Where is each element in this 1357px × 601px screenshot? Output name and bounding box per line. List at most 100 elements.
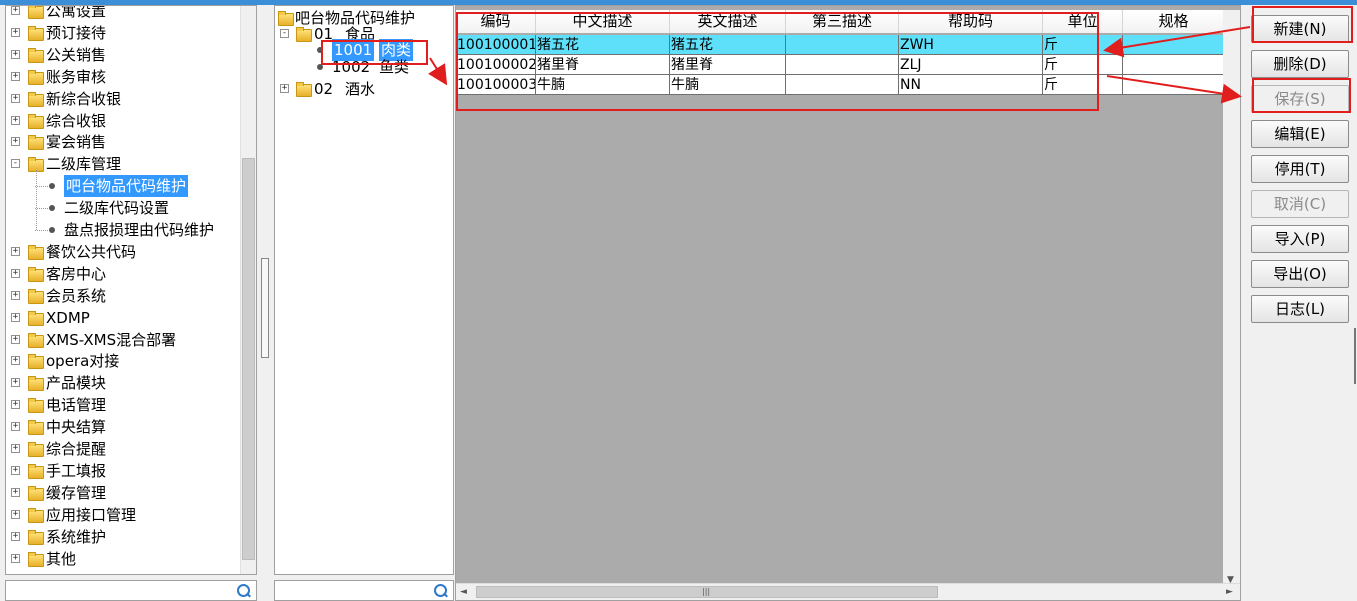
- panel-splitter[interactable]: [257, 5, 273, 601]
- folder-icon: [28, 529, 44, 545]
- expand-icon[interactable]: +: [11, 268, 20, 278]
- expand-icon[interactable]: +: [11, 400, 20, 410]
- delete-button[interactable]: 删除(D): [1251, 50, 1349, 78]
- log-button[interactable]: 日志(L): [1251, 295, 1349, 323]
- collapse-icon[interactable]: -: [280, 29, 289, 38]
- nav-tree-item-label: 二级库代码设置: [64, 199, 170, 218]
- category-search-box[interactable]: [274, 580, 454, 601]
- expand-icon[interactable]: +: [280, 84, 289, 93]
- import-button[interactable]: 导入(P): [1251, 225, 1349, 253]
- expand-icon[interactable]: +: [11, 334, 20, 344]
- expand-icon[interactable]: +: [11, 487, 20, 497]
- annotation-new-button-highlight: [1252, 6, 1353, 43]
- nav-tree-item-label: 会员系统: [46, 286, 107, 305]
- expand-icon[interactable]: +: [11, 246, 20, 256]
- expand-icon[interactable]: +: [11, 49, 20, 59]
- folder-icon: [28, 91, 44, 107]
- folder-icon: [28, 135, 44, 151]
- nav-tree-item-label: 其他: [46, 549, 77, 568]
- nav-tree-item-label: 公寓设置: [46, 5, 107, 20]
- nav-tree-item-label: 宴会销售: [46, 133, 107, 152]
- nav-tree-item-label: 电话管理: [46, 396, 107, 415]
- category-code: 02: [314, 80, 334, 98]
- folder-icon: [28, 442, 44, 457]
- nav-tree-item-label: 新综合收银: [46, 89, 122, 108]
- folder-icon: [28, 354, 44, 370]
- nav-tree-scroll-thumb[interactable]: [242, 158, 255, 560]
- nav-tree-item-label: 吧台物品代码维护: [64, 175, 189, 198]
- expand-icon[interactable]: +: [11, 422, 20, 432]
- nav-tree-item-label: 缓存管理: [46, 483, 107, 502]
- scroll-left-arrow-icon[interactable]: ◄: [460, 587, 467, 597]
- folder-icon: [28, 485, 44, 501]
- expand-icon[interactable]: +: [11, 27, 20, 37]
- search-icon[interactable]: [434, 584, 447, 597]
- expand-icon[interactable]: +: [11, 312, 20, 322]
- edit-button[interactable]: 编辑(E): [1251, 120, 1349, 148]
- expand-icon[interactable]: +: [11, 444, 20, 453]
- nav-search-box[interactable]: [5, 580, 257, 601]
- folder-icon: [28, 310, 44, 326]
- folder-icon: [28, 69, 44, 85]
- expand-icon[interactable]: +: [11, 509, 20, 519]
- page-scroll-indicator: [1354, 328, 1356, 384]
- expand-icon[interactable]: +: [11, 290, 20, 300]
- folder-icon: [28, 551, 44, 567]
- cancel-button[interactable]: 取消(C): [1251, 190, 1349, 218]
- expand-icon[interactable]: +: [11, 115, 20, 125]
- splitter-handle[interactable]: [261, 258, 269, 358]
- nav-tree-item-label: 客房中心: [46, 264, 107, 283]
- scroll-right-arrow-icon[interactable]: ►: [1226, 587, 1233, 597]
- expand-icon[interactable]: +: [11, 93, 20, 103]
- annotation-save-button-highlight: [1252, 78, 1351, 113]
- grid-horizontal-scrollbar[interactable]: ◄ ||| ►: [456, 583, 1240, 600]
- grid-cell[interactable]: [1123, 35, 1225, 55]
- disable-button[interactable]: 停用(T): [1251, 155, 1349, 183]
- nav-tree-item-label: 账务审核: [46, 67, 107, 86]
- expand-icon[interactable]: +: [11, 378, 20, 388]
- collapse-icon[interactable]: -: [11, 159, 20, 169]
- folder-icon: [296, 82, 312, 97]
- nav-tree-item-label: 中央结算: [46, 418, 107, 437]
- bullet-icon: [49, 183, 55, 190]
- nav-tree-item-label: opera对接: [46, 352, 120, 371]
- expand-icon[interactable]: +: [11, 553, 20, 563]
- tree-connector: [36, 170, 37, 230]
- folder-icon: [28, 288, 44, 304]
- folder-icon: [28, 507, 44, 523]
- nav-tree-item-label: 产品模块: [46, 374, 107, 393]
- folder-icon: [28, 420, 44, 436]
- expand-icon[interactable]: +: [11, 356, 20, 366]
- nav-tree-item-label: 手工填报: [46, 461, 107, 480]
- grid-cell[interactable]: [1123, 55, 1225, 75]
- folder-icon: [28, 463, 44, 479]
- nav-tree-scrollbar[interactable]: [240, 6, 256, 574]
- nav-tree-item-label: 预订接待: [46, 23, 107, 42]
- category-name: 酒水: [345, 80, 376, 98]
- folder-icon: [28, 6, 44, 19]
- nav-tree-item-label: 系统维护: [46, 527, 107, 546]
- folder-icon: [28, 47, 44, 63]
- search-icon[interactable]: [237, 584, 250, 597]
- nav-tree-item-label: 公关销售: [46, 45, 107, 64]
- nav-tree-item-label: 综合收银: [46, 111, 107, 130]
- grid-column-header[interactable]: 规格: [1123, 10, 1225, 33]
- expand-icon[interactable]: +: [11, 71, 20, 81]
- grid-vertical-scrollbar[interactable]: ▼: [1223, 10, 1240, 585]
- expand-icon[interactable]: +: [11, 531, 20, 541]
- nav-tree-item-label: 应用接口管理: [46, 505, 137, 524]
- annotation-grid-highlight: [456, 12, 1099, 111]
- expand-icon[interactable]: +: [11, 137, 20, 147]
- nav-tree-item-label: 餐饮公共代码: [46, 242, 137, 261]
- category-tree-panel: 吧台物品代码维护 -01 食品 1001 肉类 1002 鱼类 +02 酒水: [274, 5, 454, 575]
- annotation-category-highlight: [321, 40, 428, 65]
- folder-icon: [28, 398, 44, 414]
- folder-icon: [28, 266, 44, 282]
- export-button[interactable]: 导出(O): [1251, 260, 1349, 288]
- nav-tree-item-label: 二级库管理: [46, 155, 122, 174]
- folder-icon: [28, 332, 44, 348]
- nav-tree-item-label: 盘点报损理由代码维护: [64, 221, 215, 239]
- expand-icon[interactable]: +: [11, 6, 20, 15]
- grid-cell[interactable]: [1123, 75, 1225, 95]
- expand-icon[interactable]: +: [11, 465, 20, 475]
